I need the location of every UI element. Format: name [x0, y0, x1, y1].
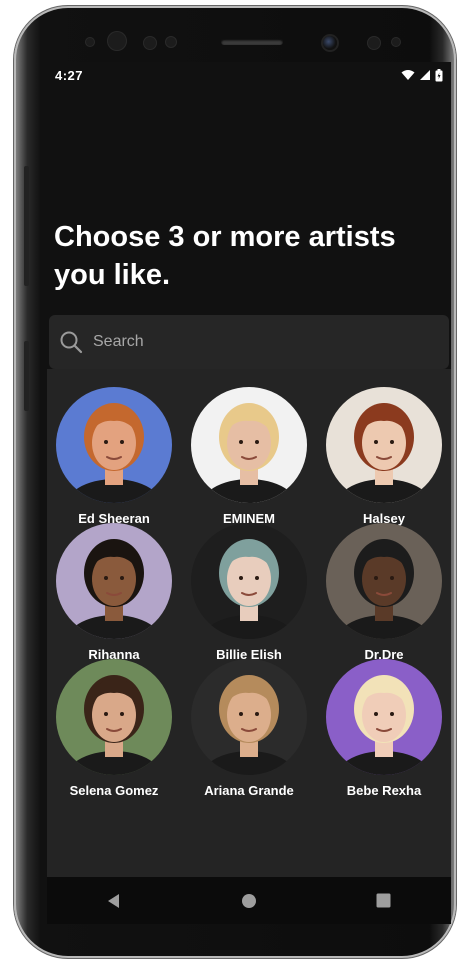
artist-avatar[interactable] — [191, 523, 307, 639]
search-input[interactable] — [91, 332, 415, 352]
artist-portrait — [326, 523, 442, 639]
battery-icon — [435, 68, 443, 81]
sensor-icon — [144, 37, 156, 49]
artist-card-ed-sheeran[interactable]: Ed Sheeran — [47, 387, 181, 526]
front-camera-icon — [323, 36, 337, 50]
sensor-icon — [392, 38, 400, 46]
artist-card-halsey[interactable]: Halsey — [317, 387, 451, 526]
artist-avatar[interactable] — [56, 523, 172, 639]
artist-grid: Ed Sheeran EMINEM Halsey Rihanna Billie … — [47, 369, 451, 877]
artist-portrait — [191, 387, 307, 503]
home-icon — [241, 893, 256, 908]
top-bezel — [46, 26, 452, 66]
artist-portrait — [191, 523, 307, 639]
artist-avatar[interactable] — [191, 387, 307, 503]
artist-name: Bebe Rexha — [346, 783, 422, 798]
artist-card-ariana-grande[interactable]: Ariana Grande — [182, 659, 316, 798]
artist-name: Ariana Grande — [204, 783, 294, 798]
page-title-line1: Choose 3 or more artists — [54, 221, 396, 253]
artist-card-billie-elish[interactable]: Billie Elish — [182, 523, 316, 662]
sensor-icon — [166, 37, 176, 47]
recents-button[interactable] — [364, 881, 404, 921]
recents-icon — [376, 893, 391, 908]
artist-avatar[interactable] — [326, 387, 442, 503]
artist-card-eminem[interactable]: EMINEM — [182, 387, 316, 526]
iris-scanner-icon — [108, 32, 126, 50]
back-button[interactable] — [94, 881, 134, 921]
volume-button — [24, 166, 29, 286]
search-icon — [60, 331, 83, 354]
signal-icon — [420, 70, 430, 80]
android-nav-bar — [47, 877, 451, 924]
artist-card-dr-dre[interactable]: Dr.Dre — [317, 523, 451, 662]
artist-portrait — [56, 659, 172, 775]
artist-avatar[interactable] — [326, 659, 442, 775]
page-title: Choose 3 or more artists you like. — [54, 218, 444, 294]
artist-name: Selena Gomez — [69, 783, 159, 798]
search-bar[interactable] — [49, 315, 449, 369]
artist-card-selena-gomez[interactable]: Selena Gomez — [47, 659, 181, 798]
artist-card-bebe-rexha[interactable]: Bebe Rexha — [317, 659, 451, 798]
status-bar: 4:27 — [47, 62, 451, 88]
sensor-icon — [86, 38, 94, 46]
artist-avatar[interactable] — [191, 659, 307, 775]
back-icon — [108, 893, 120, 908]
sensor-icon — [368, 37, 380, 49]
phone-frame: 4:27 Choose 3 or more artists you like. — [14, 6, 456, 958]
app-screen: 4:27 Choose 3 or more artists you like. — [47, 62, 451, 924]
earpiece-speaker — [221, 39, 283, 45]
page-title-line2: you like. — [54, 259, 171, 291]
artist-portrait — [326, 387, 442, 503]
artist-card-rihanna[interactable]: Rihanna — [47, 523, 181, 662]
artist-portrait — [56, 387, 172, 503]
artist-avatar[interactable] — [56, 387, 172, 503]
home-button[interactable] — [229, 881, 269, 921]
artist-portrait — [56, 523, 172, 639]
artist-avatar[interactable] — [56, 659, 172, 775]
artist-portrait — [326, 659, 442, 775]
artist-portrait — [191, 659, 307, 775]
bixby-button — [24, 341, 29, 411]
status-time: 4:27 — [55, 67, 84, 83]
artist-avatar[interactable] — [326, 523, 442, 639]
wifi-icon — [401, 70, 415, 80]
